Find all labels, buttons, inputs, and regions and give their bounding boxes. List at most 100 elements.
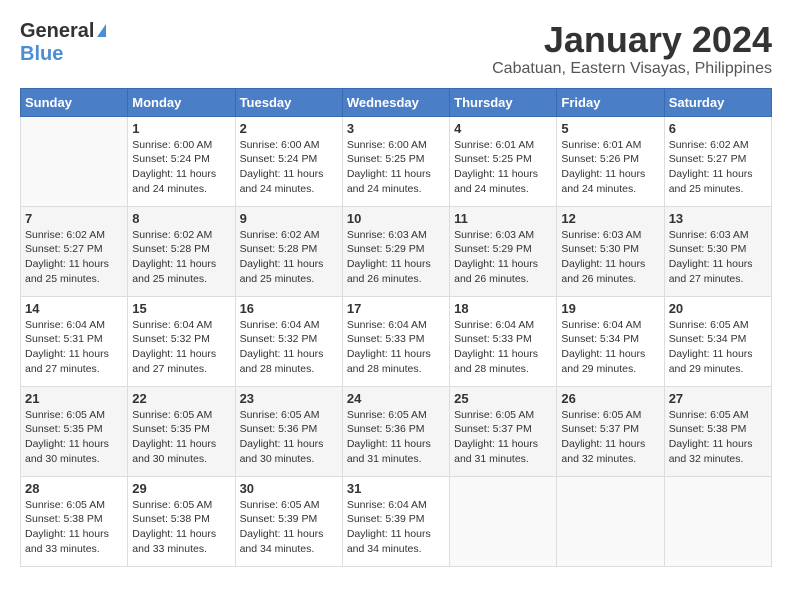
calendar-cell: 21 Sunrise: 6:05 AMSunset: 5:35 PMDayligh… bbox=[21, 386, 128, 476]
day-number: 13 bbox=[669, 211, 767, 226]
day-info: Sunrise: 6:02 AMSunset: 5:27 PMDaylight:… bbox=[25, 228, 123, 287]
day-info: Sunrise: 6:02 AMSunset: 5:28 PMDaylight:… bbox=[132, 228, 230, 287]
calendar-cell: 7 Sunrise: 6:02 AMSunset: 5:27 PMDaylight… bbox=[21, 206, 128, 296]
calendar-week-row: 1Sunrise: 6:00 AMSunset: 5:24 PMDaylight… bbox=[21, 116, 772, 206]
calendar-cell: 23 Sunrise: 6:05 AMSunset: 5:36 PMDayligh… bbox=[235, 386, 342, 476]
calendar-cell: 10 Sunrise: 6:03 AMSunset: 5:29 PMDayligh… bbox=[342, 206, 449, 296]
calendar-cell: 12 Sunrise: 6:03 AMSunset: 5:30 PMDayligh… bbox=[557, 206, 664, 296]
header-monday: Monday bbox=[128, 88, 235, 116]
day-number: 30 bbox=[240, 481, 338, 496]
day-number: 19 bbox=[561, 301, 659, 316]
calendar-cell bbox=[450, 476, 557, 566]
calendar-week-row: 7 Sunrise: 6:02 AMSunset: 5:27 PMDaylight… bbox=[21, 206, 772, 296]
day-number: 27 bbox=[669, 391, 767, 406]
day-info: Sunrise: 6:00 AMSunset: 5:24 PMDaylight:… bbox=[240, 138, 338, 197]
day-number: 12 bbox=[561, 211, 659, 226]
calendar-cell: 30 Sunrise: 6:05 AMSunset: 5:39 PMDayligh… bbox=[235, 476, 342, 566]
day-info: Sunrise: 6:05 AMSunset: 5:37 PMDaylight:… bbox=[561, 408, 659, 467]
header-sunday: Sunday bbox=[21, 88, 128, 116]
day-info: Sunrise: 6:02 AMSunset: 5:28 PMDaylight:… bbox=[240, 228, 338, 287]
day-info: Sunrise: 6:01 AMSunset: 5:25 PMDaylight:… bbox=[454, 138, 552, 197]
day-number: 4 bbox=[454, 121, 552, 136]
day-info: Sunrise: 6:05 AMSunset: 5:38 PMDaylight:… bbox=[25, 498, 123, 557]
header-thursday: Thursday bbox=[450, 88, 557, 116]
calendar-cell: 3 Sunrise: 6:00 AMSunset: 5:25 PMDaylight… bbox=[342, 116, 449, 206]
calendar-week-row: 21 Sunrise: 6:05 AMSunset: 5:35 PMDayligh… bbox=[21, 386, 772, 476]
header-friday: Friday bbox=[557, 88, 664, 116]
day-number: 24 bbox=[347, 391, 445, 406]
calendar-week-row: 14 Sunrise: 6:04 AMSunset: 5:31 PMDayligh… bbox=[21, 296, 772, 386]
day-number: 6 bbox=[669, 121, 767, 136]
day-number: 2 bbox=[240, 121, 338, 136]
logo: General Blue bbox=[20, 20, 106, 66]
day-number: 17 bbox=[347, 301, 445, 316]
calendar-cell: 8 Sunrise: 6:02 AMSunset: 5:28 PMDaylight… bbox=[128, 206, 235, 296]
day-info: Sunrise: 6:03 AMSunset: 5:30 PMDaylight:… bbox=[561, 228, 659, 287]
day-info: Sunrise: 6:02 AMSunset: 5:27 PMDaylight:… bbox=[669, 138, 767, 197]
calendar-cell: 11 Sunrise: 6:03 AMSunset: 5:29 PMDayligh… bbox=[450, 206, 557, 296]
title-section: January 2024 Cabatuan, Eastern Visayas, … bbox=[492, 20, 772, 78]
day-number: 9 bbox=[240, 211, 338, 226]
calendar-week-row: 28Sunrise: 6:05 AMSunset: 5:38 PMDayligh… bbox=[21, 476, 772, 566]
day-info: Sunrise: 6:04 AMSunset: 5:33 PMDaylight:… bbox=[454, 318, 552, 377]
day-number: 25 bbox=[454, 391, 552, 406]
day-number: 22 bbox=[132, 391, 230, 406]
day-info: Sunrise: 6:05 AMSunset: 5:35 PMDaylight:… bbox=[25, 408, 123, 467]
location-subtitle: Cabatuan, Eastern Visayas, Philippines bbox=[492, 60, 772, 78]
day-info: Sunrise: 6:04 AMSunset: 5:39 PMDaylight:… bbox=[347, 498, 445, 557]
day-number: 5 bbox=[561, 121, 659, 136]
calendar-cell: 27 Sunrise: 6:05 AMSunset: 5:38 PMDayligh… bbox=[664, 386, 771, 476]
calendar-cell: 20 Sunrise: 6:05 AMSunset: 5:34 PMDayligh… bbox=[664, 296, 771, 386]
day-info: Sunrise: 6:05 AMSunset: 5:39 PMDaylight:… bbox=[240, 498, 338, 557]
day-info: Sunrise: 6:05 AMSunset: 5:38 PMDaylight:… bbox=[132, 498, 230, 557]
calendar-cell: 28Sunrise: 6:05 AMSunset: 5:38 PMDayligh… bbox=[21, 476, 128, 566]
calendar-cell: 24 Sunrise: 6:05 AMSunset: 5:36 PMDayligh… bbox=[342, 386, 449, 476]
calendar-cell bbox=[664, 476, 771, 566]
day-info: Sunrise: 6:04 AMSunset: 5:31 PMDaylight:… bbox=[25, 318, 123, 377]
day-info: Sunrise: 6:04 AMSunset: 5:33 PMDaylight:… bbox=[347, 318, 445, 377]
logo-general: General bbox=[20, 20, 94, 43]
calendar-cell: 31Sunrise: 6:04 AMSunset: 5:39 PMDayligh… bbox=[342, 476, 449, 566]
day-info: Sunrise: 6:04 AMSunset: 5:34 PMDaylight:… bbox=[561, 318, 659, 377]
day-info: Sunrise: 6:05 AMSunset: 5:37 PMDaylight:… bbox=[454, 408, 552, 467]
day-info: Sunrise: 6:05 AMSunset: 5:38 PMDaylight:… bbox=[669, 408, 767, 467]
header-saturday: Saturday bbox=[664, 88, 771, 116]
day-info: Sunrise: 6:03 AMSunset: 5:29 PMDaylight:… bbox=[347, 228, 445, 287]
day-info: Sunrise: 6:00 AMSunset: 5:25 PMDaylight:… bbox=[347, 138, 445, 197]
month-title: January 2024 bbox=[492, 20, 772, 60]
calendar-cell: 18 Sunrise: 6:04 AMSunset: 5:33 PMDayligh… bbox=[450, 296, 557, 386]
calendar-cell: 14 Sunrise: 6:04 AMSunset: 5:31 PMDayligh… bbox=[21, 296, 128, 386]
day-number: 11 bbox=[454, 211, 552, 226]
calendar-cell: 25 Sunrise: 6:05 AMSunset: 5:37 PMDayligh… bbox=[450, 386, 557, 476]
day-info: Sunrise: 6:05 AMSunset: 5:36 PMDaylight:… bbox=[347, 408, 445, 467]
day-info: Sunrise: 6:00 AMSunset: 5:24 PMDaylight:… bbox=[132, 138, 230, 197]
day-number: 10 bbox=[347, 211, 445, 226]
day-info: Sunrise: 6:05 AMSunset: 5:36 PMDaylight:… bbox=[240, 408, 338, 467]
day-info: Sunrise: 6:04 AMSunset: 5:32 PMDaylight:… bbox=[240, 318, 338, 377]
calendar-cell: 16Sunrise: 6:04 AMSunset: 5:32 PMDayligh… bbox=[235, 296, 342, 386]
calendar-cell bbox=[21, 116, 128, 206]
day-number: 18 bbox=[454, 301, 552, 316]
calendar-table: Sunday Monday Tuesday Wednesday Thursday… bbox=[20, 88, 772, 567]
day-info: Sunrise: 6:05 AMSunset: 5:34 PMDaylight:… bbox=[669, 318, 767, 377]
day-number: 14 bbox=[25, 301, 123, 316]
day-number: 21 bbox=[25, 391, 123, 406]
day-number: 23 bbox=[240, 391, 338, 406]
day-info: Sunrise: 6:03 AMSunset: 5:29 PMDaylight:… bbox=[454, 228, 552, 287]
day-number: 15 bbox=[132, 301, 230, 316]
header-tuesday: Tuesday bbox=[235, 88, 342, 116]
logo-triangle-icon bbox=[97, 24, 106, 37]
page-header: General Blue January 2024 Cabatuan, East… bbox=[20, 20, 772, 78]
day-number: 3 bbox=[347, 121, 445, 136]
day-number: 29 bbox=[132, 481, 230, 496]
day-number: 20 bbox=[669, 301, 767, 316]
calendar-cell: 15Sunrise: 6:04 AMSunset: 5:32 PMDayligh… bbox=[128, 296, 235, 386]
day-number: 26 bbox=[561, 391, 659, 406]
header-wednesday: Wednesday bbox=[342, 88, 449, 116]
calendar-cell: 6 Sunrise: 6:02 AMSunset: 5:27 PMDaylight… bbox=[664, 116, 771, 206]
day-number: 7 bbox=[25, 211, 123, 226]
weekday-header-row: Sunday Monday Tuesday Wednesday Thursday… bbox=[21, 88, 772, 116]
calendar-cell bbox=[557, 476, 664, 566]
day-info: Sunrise: 6:01 AMSunset: 5:26 PMDaylight:… bbox=[561, 138, 659, 197]
day-number: 8 bbox=[132, 211, 230, 226]
